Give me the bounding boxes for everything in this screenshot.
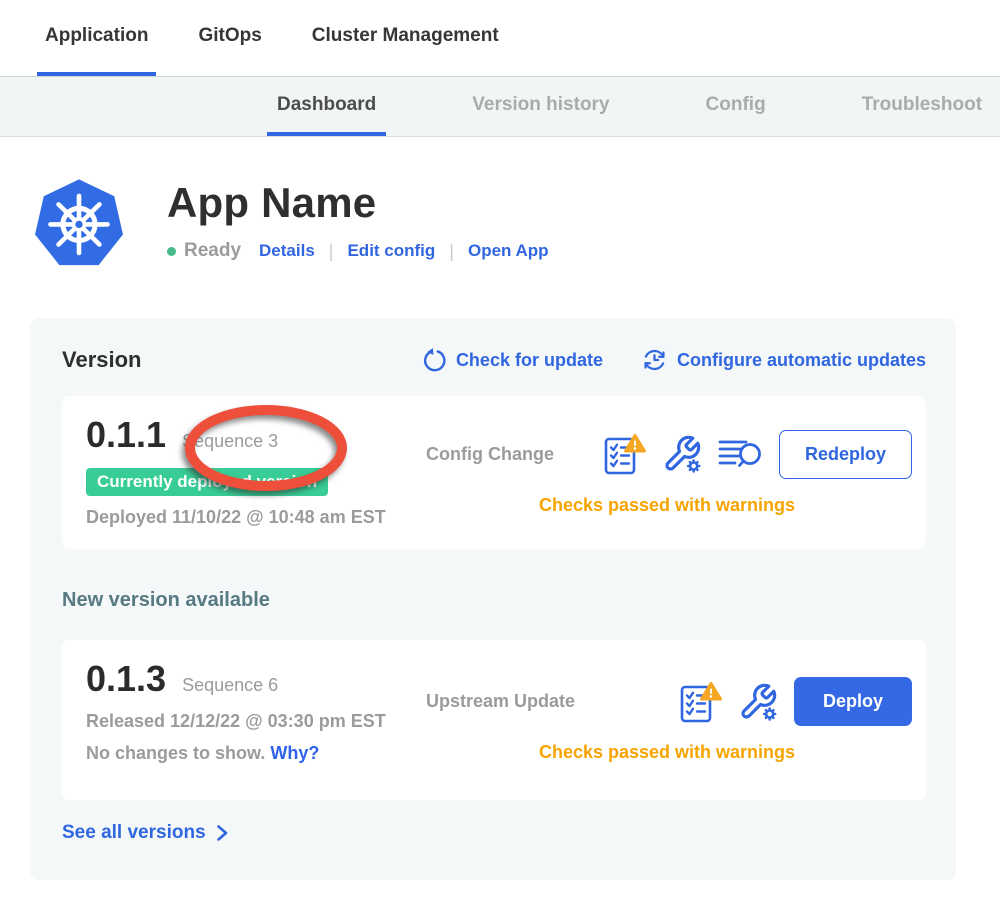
- tab-dashboard[interactable]: Dashboard: [267, 77, 386, 136]
- current-version-sequence: Sequence 3: [182, 431, 278, 452]
- new-version-heading: New version available: [62, 589, 926, 612]
- app-header: App Name Ready Details | Edit config | O…: [0, 137, 1000, 272]
- tab-config[interactable]: Config: [696, 77, 776, 136]
- check-for-update-button[interactable]: Check for update: [422, 347, 603, 373]
- released-timestamp: Released 12/12/22 @ 03:30 pm EST: [86, 711, 422, 732]
- view-diff-icon[interactable]: [717, 436, 763, 472]
- available-version-row: 0.1.3 Sequence 6 Released 12/12/22 @ 03:…: [62, 640, 926, 800]
- checks-status-text[interactable]: Checks passed with warnings: [422, 495, 912, 516]
- link-divider: |: [449, 241, 454, 262]
- app-status: Ready: [184, 240, 241, 262]
- wrench-config-icon[interactable]: [662, 434, 702, 474]
- currently-deployed-badge: Currently deployed version: [86, 468, 328, 496]
- nav-item-gitops[interactable]: GitOps: [190, 0, 269, 76]
- preflight-checks-warning-icon[interactable]: [603, 432, 647, 476]
- tab-version-history[interactable]: Version history: [462, 77, 619, 136]
- version-card-title: Version: [62, 347, 141, 373]
- checks-status-text[interactable]: Checks passed with warnings: [422, 742, 912, 763]
- open-app-link[interactable]: Open App: [468, 241, 549, 261]
- chevron-right-icon: [216, 824, 228, 842]
- redeploy-button[interactable]: Redeploy: [779, 430, 912, 479]
- why-link[interactable]: Why?: [270, 743, 319, 763]
- configure-automatic-updates-label: Configure automatic updates: [677, 350, 926, 371]
- see-all-versions-link[interactable]: See all versions: [62, 822, 228, 844]
- version-source-label: Upstream Update: [426, 691, 575, 712]
- tab-troubleshoot[interactable]: Troubleshoot: [852, 77, 992, 136]
- current-version-row: 0.1.1 Sequence 3 Currently deployed vers…: [62, 396, 926, 549]
- current-version-number: 0.1.1: [86, 414, 166, 456]
- auto-update-clock-icon: [641, 346, 668, 374]
- app-tab-bar: Dashboard Version history Config Trouble…: [0, 76, 1000, 137]
- deployed-timestamp: Deployed 11/10/22 @ 10:48 am EST: [86, 507, 422, 528]
- ready-status-dot: [167, 247, 176, 256]
- nav-item-cluster-management[interactable]: Cluster Management: [304, 0, 507, 76]
- primary-nav: Application GitOps Cluster Management: [0, 0, 1000, 76]
- deploy-button[interactable]: Deploy: [794, 677, 912, 726]
- no-changes-text: No changes to show.: [86, 743, 265, 763]
- kubernetes-logo-icon: [33, 175, 125, 272]
- details-link[interactable]: Details: [259, 241, 315, 261]
- available-version-number: 0.1.3: [86, 658, 166, 700]
- link-divider: |: [329, 241, 334, 262]
- nav-item-application[interactable]: Application: [37, 0, 156, 76]
- version-source-label: Config Change: [426, 444, 554, 465]
- refresh-icon: [422, 347, 447, 373]
- version-card: Version Check for update Configure autom…: [30, 318, 956, 880]
- configure-automatic-updates-button[interactable]: Configure automatic updates: [641, 346, 926, 374]
- edit-config-link[interactable]: Edit config: [347, 241, 435, 261]
- preflight-checks-warning-icon[interactable]: [679, 680, 723, 724]
- available-version-sequence: Sequence 6: [182, 675, 278, 696]
- app-title: App Name: [167, 179, 549, 227]
- wrench-config-icon[interactable]: [738, 682, 778, 722]
- check-for-update-label: Check for update: [456, 350, 603, 371]
- see-all-versions-label: See all versions: [62, 822, 206, 844]
